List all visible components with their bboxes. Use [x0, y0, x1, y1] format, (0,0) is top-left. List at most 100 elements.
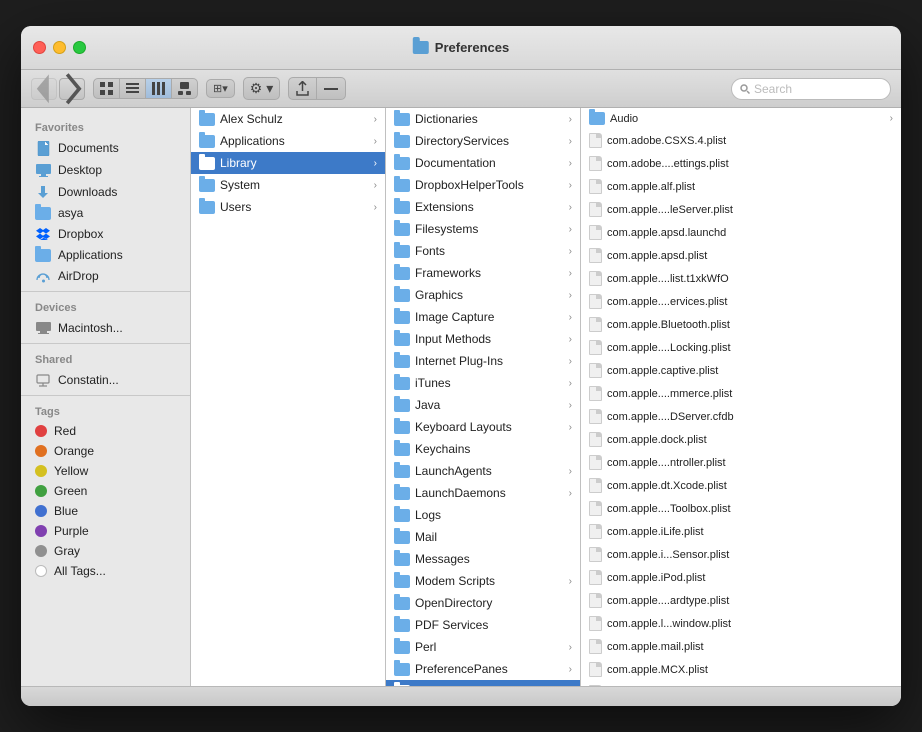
file-icon [589, 202, 602, 217]
col2-item[interactable]: Dictionaries› [386, 108, 580, 130]
icon-view-button[interactable] [94, 79, 120, 98]
col3-item[interactable]: com.apple.mail.plist [581, 635, 901, 658]
sidebar-item-dropbox[interactable]: Dropbox [21, 223, 190, 245]
col2-item[interactable]: Messages [386, 548, 580, 570]
col3-item[interactable]: com.apple.i...Sensor.plist [581, 543, 901, 566]
divider-2 [21, 343, 190, 344]
toolbar: ⊞ ▾ ⚙ ▾ Search [21, 70, 901, 108]
col2-item[interactable]: PDF Services [386, 614, 580, 636]
col1-item-applications[interactable]: Applications › [191, 130, 385, 152]
yellow-tag-dot [35, 465, 47, 477]
col2-item[interactable]: Image Capture› [386, 306, 580, 328]
sidebar-tag-blue[interactable]: Blue [21, 501, 190, 521]
col3-item[interactable]: com.apple.dt.Xcode.plist [581, 474, 901, 497]
col3-item[interactable]: com.apple.dock.plist [581, 428, 901, 451]
col3-item[interactable]: com.adobe.CSXS.4.plist [581, 129, 901, 152]
close-button[interactable] [33, 41, 46, 54]
col2-item[interactable]: Frameworks› [386, 262, 580, 284]
col2-item[interactable]: Fonts› [386, 240, 580, 262]
col3-item[interactable]: com.apple.iPod.plist [581, 566, 901, 589]
sidebar-item-shared[interactable]: Constatin... [21, 369, 190, 391]
col3-item[interactable]: com.apple....Toolbox.plist [581, 497, 901, 520]
settings-button[interactable]: ⚙ ▾ [243, 77, 280, 100]
column-3-items: Audio›com.adobe.CSXS.4.plistcom.adobe...… [581, 108, 901, 686]
col2-item[interactable]: Input Methods› [386, 328, 580, 350]
col-item-label: com.apple.dock.plist [607, 434, 893, 446]
sidebar-item-macintosh[interactable]: Macintosh... [21, 317, 190, 339]
col2-item[interactable]: Graphics› [386, 284, 580, 306]
sidebar-item-asya[interactable]: asya [21, 203, 190, 223]
col3-item[interactable]: com.apple....ntroller.plist [581, 451, 901, 474]
col2-item[interactable]: Extensions› [386, 196, 580, 218]
column-view-button[interactable] [146, 79, 172, 98]
file-icon [589, 363, 602, 378]
col2-item[interactable]: LaunchDaemons› [386, 482, 580, 504]
col-item-label: Frameworks [415, 266, 564, 280]
col2-item[interactable]: OpenDirectory [386, 592, 580, 614]
title-folder-icon [413, 41, 429, 54]
col2-item[interactable]: Filesystems› [386, 218, 580, 240]
col2-item[interactable]: DirectoryServices› [386, 130, 580, 152]
sidebar-item-airdrop[interactable]: AirDrop [21, 265, 190, 287]
col3-item[interactable]: com.apple.l...window.plist [581, 612, 901, 635]
col1-item-alexschulz[interactable]: Alex Schulz › [191, 108, 385, 130]
back-button[interactable] [31, 78, 57, 100]
folder-icon [394, 553, 410, 566]
list-view-button[interactable] [120, 79, 146, 98]
col3-item[interactable]: com.apple....ardtype.plist [581, 589, 901, 612]
col3-item[interactable]: com.apple....mmerce.plist [581, 382, 901, 405]
col3-item[interactable]: com.apple.captive.plist [581, 359, 901, 382]
sidebar-item-documents[interactable]: Documents [21, 137, 190, 159]
col3-item[interactable]: com.apple....list.t1xkWfO [581, 267, 901, 290]
minimize-button[interactable] [53, 41, 66, 54]
sidebar-item-desktop[interactable]: Desktop [21, 159, 190, 181]
col2-item[interactable]: Logs [386, 504, 580, 526]
col3-item[interactable]: com.apple....ervices.plist [581, 290, 901, 313]
folder-icon [394, 465, 410, 478]
col3-item[interactable]: com.apple....Locking.plist [581, 336, 901, 359]
forward-button[interactable] [59, 78, 85, 100]
col2-item[interactable]: Keyboard Layouts› [386, 416, 580, 438]
col-item-label: com.apple....DServer.cfdb [607, 411, 893, 423]
col1-item-users[interactable]: Users › [191, 196, 385, 218]
col3-item[interactable]: com.apple.apsd.plist [581, 244, 901, 267]
sidebar-tag-yellow[interactable]: Yellow [21, 461, 190, 481]
col1-item-system[interactable]: System › [191, 174, 385, 196]
sidebar-item-downloads[interactable]: Downloads [21, 181, 190, 203]
sidebar-tag-purple[interactable]: Purple [21, 521, 190, 541]
col2-item[interactable]: PreferencePanes› [386, 658, 580, 680]
col1-item-library[interactable]: Library › [191, 152, 385, 174]
col3-item[interactable]: com.apple.Bluetooth.plist [581, 313, 901, 336]
col2-item[interactable]: DropboxHelperTools› [386, 174, 580, 196]
col2-item[interactable]: Modem Scripts› [386, 570, 580, 592]
col2-item[interactable]: Perl› [386, 636, 580, 658]
col3-item[interactable]: com.apple.alf.plist [581, 175, 901, 198]
file-icon [589, 478, 602, 493]
col2-item[interactable]: Documentation› [386, 152, 580, 174]
col3-item[interactable]: com.adobe....ettings.plist [581, 152, 901, 175]
col2-item[interactable]: LaunchAgents› [386, 460, 580, 482]
col3-item[interactable]: com.apple....leServer.plist [581, 198, 901, 221]
col2-item[interactable]: Mail [386, 526, 580, 548]
col3-item[interactable]: com.apple....DServer.cfdb [581, 405, 901, 428]
col3-item[interactable]: com.apple.iLife.plist [581, 520, 901, 543]
share-button[interactable] [289, 78, 317, 99]
sidebar-tag-gray[interactable]: Gray [21, 541, 190, 561]
col2-item[interactable]: Internet Plug-Ins› [386, 350, 580, 372]
col3-item[interactable]: com.apple.MCX.plist [581, 658, 901, 681]
tag-button[interactable] [317, 78, 345, 99]
col3-item[interactable]: com.apple.apsd.launchd [581, 221, 901, 244]
col2-item[interactable]: Keychains [386, 438, 580, 460]
search-box[interactable]: Search [731, 78, 891, 100]
arrange-button[interactable]: ⊞ ▾ [206, 79, 235, 98]
col3-item[interactable]: Audio› [581, 108, 901, 129]
sidebar-tag-red[interactable]: Red [21, 421, 190, 441]
sidebar-tag-green[interactable]: Green [21, 481, 190, 501]
col2-item[interactable]: iTunes› [386, 372, 580, 394]
sidebar-tag-orange[interactable]: Orange [21, 441, 190, 461]
sidebar-item-applications[interactable]: Applications [21, 245, 190, 265]
coverflow-view-button[interactable] [172, 79, 197, 98]
sidebar-tag-all[interactable]: All Tags... [21, 561, 190, 581]
col2-item[interactable]: Java› [386, 394, 580, 416]
maximize-button[interactable] [73, 41, 86, 54]
